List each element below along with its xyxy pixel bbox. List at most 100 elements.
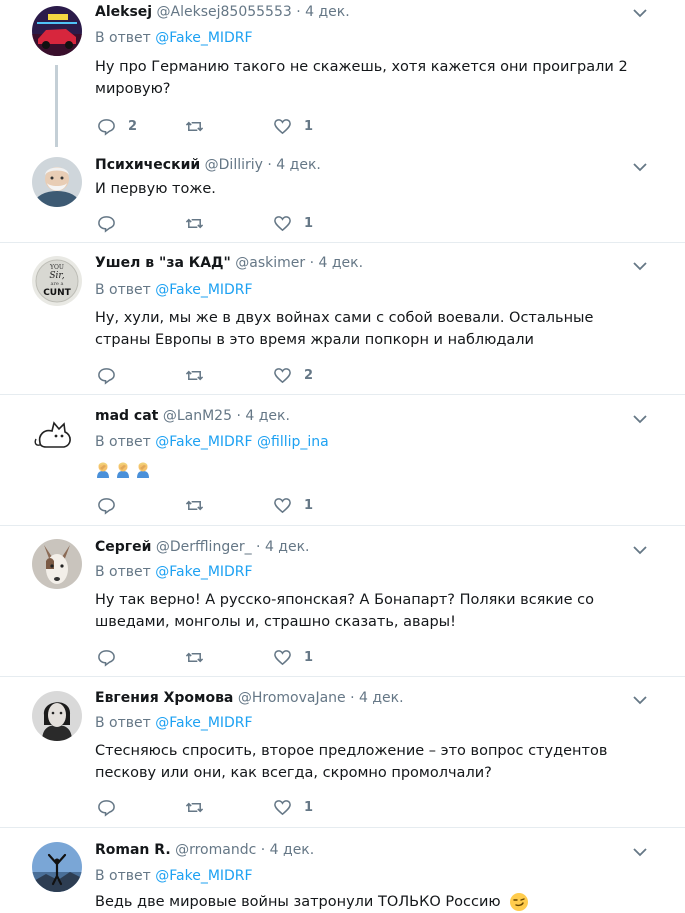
tweet[interactable]: Евгения Хромова @HromovaJane · 4 дек. В … [0, 677, 685, 828]
reply-button[interactable] [97, 496, 128, 515]
user-name[interactable]: mad cat [95, 408, 158, 424]
reply-button[interactable] [97, 366, 128, 385]
avatar[interactable] [32, 539, 82, 589]
tweet[interactable]: Психический @Dilliriy · 4 дек. И первую … [0, 146, 685, 243]
avatar-text-line: CUNT [43, 288, 71, 298]
tweet-date[interactable]: 4 дек. [245, 408, 290, 424]
user-name[interactable]: Ушел в "за КАД" [95, 255, 231, 271]
user-handle[interactable]: @Aleksej85055553 [157, 4, 292, 20]
reply-button[interactable] [97, 214, 128, 233]
mention-link[interactable]: @Fake_MIDRF [155, 30, 252, 46]
retweet-button[interactable] [185, 496, 216, 515]
tweet-text: Ну так верно! А русско-японская? А Бонап… [95, 592, 594, 630]
separator-dot: · [256, 539, 261, 555]
chevron-down-icon[interactable] [633, 8, 647, 18]
retweet-button[interactable] [185, 648, 216, 667]
user-name[interactable]: Евгения Хромова [95, 690, 233, 706]
like-count: 1 [304, 650, 314, 665]
reply-context: В ответ @Fake_MIDRF [95, 564, 253, 580]
chevron-down-icon[interactable] [633, 414, 647, 424]
tweet-date[interactable]: 4 дек. [265, 539, 310, 555]
user-handle[interactable]: @Derfflinger_ [156, 539, 252, 555]
reply-prefix: В ответ [95, 282, 151, 298]
like-button[interactable]: 1 [273, 798, 313, 817]
reply-context: В ответ @Fake_MIDRF [95, 868, 253, 884]
chevron-down-icon[interactable] [633, 261, 647, 271]
tweet[interactable]: Aleksej @Aleksej85055553 · 4 дек. В отве… [0, 0, 685, 147]
heart-icon [274, 650, 291, 666]
tweet-date[interactable]: 4 дек. [319, 255, 364, 271]
tweet-header: Ушел в "за КАД" @askimer · 4 дек. [95, 255, 635, 271]
mention-link[interactable]: @Fake_MIDRF [155, 564, 252, 580]
tweet[interactable]: YOU Sir, are a CUNT Ушел в "за КАД" @ask… [0, 243, 685, 395]
tweet-header: Сергей @Derfflinger_ · 4 дек. [95, 539, 635, 555]
reply-prefix: В ответ [95, 715, 151, 731]
avatar[interactable] [32, 157, 82, 207]
tweet-date[interactable]: 4 дек. [270, 842, 315, 858]
tweet-date[interactable]: 4 дек. [305, 4, 350, 20]
separator-dot: · [309, 255, 315, 271]
tweet-text-content: Ведь две мировые войны затронули ТОЛЬКО … [95, 894, 501, 910]
man-facepalming-emoji [97, 462, 109, 478]
like-button[interactable]: 1 [273, 214, 313, 233]
reply-prefix: В ответ [95, 434, 151, 450]
avatar[interactable] [32, 842, 82, 892]
reply-button[interactable] [97, 648, 128, 667]
like-button[interactable]: 1 [273, 496, 313, 515]
user-handle[interactable]: @rromandc [175, 842, 256, 858]
chevron-down-icon[interactable] [633, 695, 647, 705]
tweet[interactable]: Roman R. @rromandc · 4 дек. В ответ @Fak… [0, 828, 685, 913]
avatar-text-line: YOU [49, 264, 64, 271]
tweet-header: mad cat @LanM25 · 4 дек. [95, 408, 635, 424]
avatar[interactable] [32, 691, 82, 741]
heart-icon [274, 800, 291, 816]
tweet-date[interactable]: 4 дек. [359, 690, 404, 706]
avatar-text-line: Sir, [49, 271, 64, 281]
chevron-down-icon[interactable] [633, 545, 647, 555]
user-name[interactable]: Aleksej [95, 4, 152, 20]
retweet-icon [185, 370, 204, 381]
avatar-text-line: are a [51, 281, 64, 287]
user-handle[interactable]: @HromovaJane [238, 690, 346, 706]
like-count: 2 [304, 368, 314, 383]
retweet-icon [185, 652, 204, 663]
user-name[interactable]: Сергей [95, 539, 151, 555]
reply-button[interactable]: 2 [97, 117, 137, 136]
like-button[interactable]: 1 [273, 648, 313, 667]
user-name[interactable]: Психический [95, 157, 200, 173]
user-handle[interactable]: @askimer [235, 255, 305, 271]
mention-link[interactable]: @Fake_MIDRF [155, 868, 252, 884]
mention-link[interactable]: @fillip_ina [257, 434, 329, 450]
reply-context: В ответ @Fake_MIDRF [95, 282, 253, 298]
avatar[interactable]: YOU Sir, are a CUNT [32, 256, 82, 306]
avatar[interactable] [32, 409, 82, 459]
man-facepalming-emoji [137, 462, 149, 478]
like-button[interactable]: 1 [273, 117, 313, 136]
user-handle[interactable]: @Dilliriy [205, 157, 263, 173]
retweet-button[interactable] [185, 366, 216, 385]
avatar[interactable] [32, 6, 82, 56]
like-count: 1 [304, 498, 314, 513]
retweet-button[interactable] [185, 214, 216, 233]
like-button[interactable]: 2 [273, 366, 313, 385]
user-handle[interactable]: @LanM25 [163, 408, 232, 424]
smirking-face-emoji [510, 893, 529, 911]
like-count: 1 [304, 119, 314, 134]
retweet-icon [185, 802, 204, 813]
retweet-button[interactable] [185, 117, 216, 136]
chevron-down-icon[interactable] [633, 162, 647, 172]
retweet-button[interactable] [185, 798, 216, 817]
tweet-text: Стесняюсь спросить, второе предложение –… [95, 743, 608, 781]
tweet-actions: 1 [97, 214, 337, 234]
user-name[interactable]: Roman R. [95, 842, 171, 858]
tweet-date[interactable]: 4 дек. [276, 157, 321, 173]
mention-link[interactable]: @Fake_MIDRF [155, 282, 252, 298]
retweet-icon [185, 500, 204, 511]
reply-button[interactable] [97, 798, 128, 817]
tweet[interactable]: mad cat @LanM25 · 4 дек. В ответ @Fake_M… [0, 395, 685, 526]
tweet-actions: 2 1 [97, 117, 337, 137]
mention-link[interactable]: @Fake_MIDRF [155, 434, 252, 450]
mention-link[interactable]: @Fake_MIDRF [155, 715, 252, 731]
tweet[interactable]: Сергей @Derfflinger_ · 4 дек. В ответ @F… [0, 526, 685, 677]
chevron-down-icon[interactable] [633, 847, 647, 857]
